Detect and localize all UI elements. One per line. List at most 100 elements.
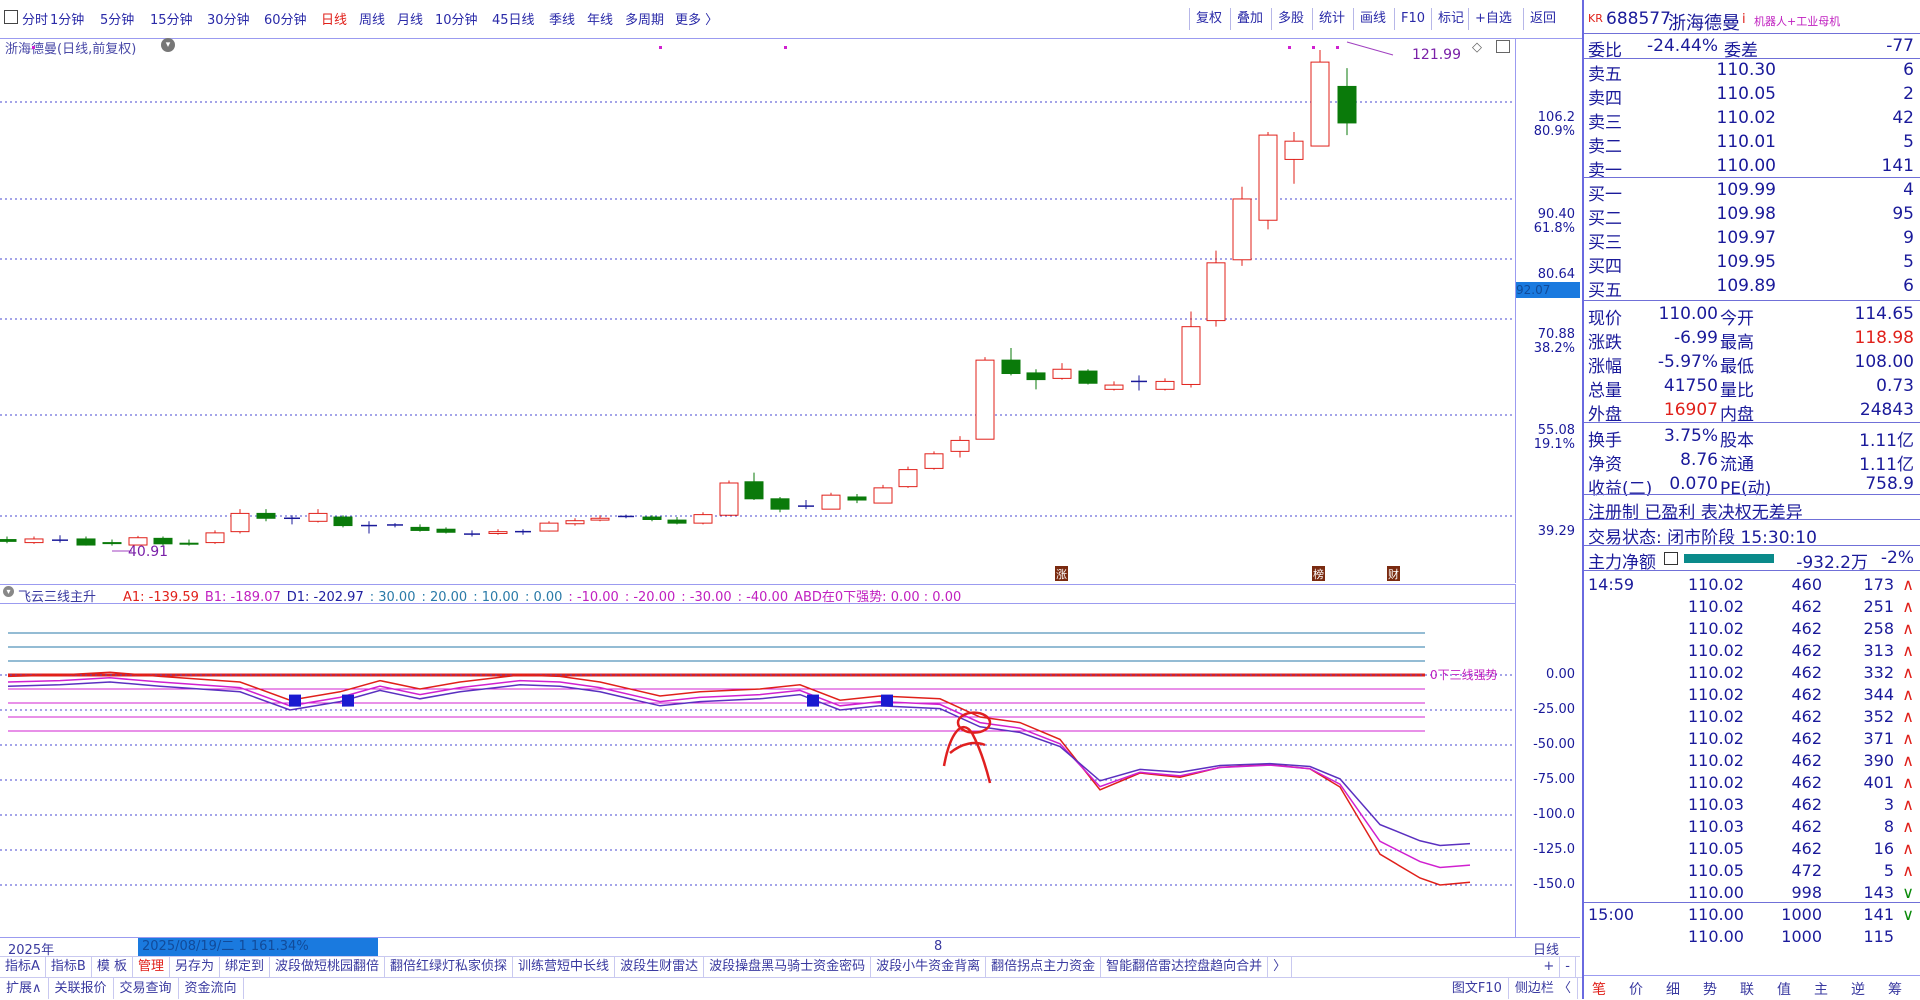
bids-row[interactable]: 买二 109.98 95 — [1584, 202, 1920, 229]
bids-row[interactable]: 买一 109.99 4 — [1584, 178, 1920, 205]
extension-tab[interactable]: 交易查询 — [114, 978, 179, 999]
stock-tag[interactable]: 机器人+工业母机 — [1754, 13, 1840, 29]
price-tick: 39.29 — [1537, 524, 1575, 539]
zero-line-label: 0下三线强势 — [1430, 668, 1498, 682]
toolbar-button[interactable]: 画线 — [1353, 8, 1392, 30]
candle-body — [410, 526, 430, 531]
tick-row: 110.02 462 352 ∧ — [1688, 707, 1914, 726]
period-tab[interactable]: 更多 〉 — [675, 9, 718, 28]
toolbar-button[interactable]: 统计 — [1312, 8, 1351, 30]
indicator-tab[interactable]: 翻倍拐点主力资金 — [986, 957, 1102, 977]
indicator-tab[interactable]: 波段小牛资金背离 — [871, 957, 987, 977]
indicator-tab[interactable]: 指标B — [46, 957, 92, 977]
period-tab[interactable]: 10分钟 — [435, 9, 478, 28]
indicator-tab[interactable]: 翻倍红绿灯私家侦探 — [385, 957, 514, 977]
period-tab[interactable]: 5分钟 — [100, 9, 134, 28]
bids-row[interactable]: 买五 109.89 6 — [1584, 274, 1920, 301]
asks-row[interactable]: 卖一 110.00 141 — [1584, 154, 1920, 181]
price-tick: 90.40 — [1537, 207, 1575, 222]
candle-body — [76, 538, 96, 546]
tick-row: 110.02 462 390 ∧ — [1688, 751, 1914, 770]
indicator-tab[interactable]: 指标A — [0, 957, 46, 977]
period-tab[interactable]: 分时 — [22, 9, 48, 28]
toolbar-button[interactable]: 标记 — [1431, 8, 1470, 30]
candle-body — [1052, 368, 1072, 379]
bids-row[interactable]: 买四 109.95 5 — [1584, 250, 1920, 277]
period-tab[interactable]: 1分钟 — [50, 9, 84, 28]
indicator-tab[interactable]: 波段做短桃园翻倍 — [270, 957, 386, 977]
period-tab[interactable]: 60分钟 — [264, 9, 307, 28]
bids-row[interactable]: 买三 109.97 9 — [1584, 226, 1920, 253]
zoom-button[interactable]: - — [1560, 957, 1576, 977]
price-tick: 106.2 — [1537, 110, 1575, 125]
panel-tab[interactable]: 主 — [1814, 979, 1828, 999]
panel-tab[interactable]: 筹 — [1888, 979, 1902, 999]
toolbar-button[interactable]: 复权 — [1189, 8, 1228, 30]
period-tab[interactable]: 季线 — [549, 9, 575, 28]
candle-body — [0, 539, 17, 542]
indicator-tab[interactable]: 智能翻倍雷达控盘趋向合并 — [1101, 957, 1269, 977]
panel-tab[interactable]: 价 — [1629, 979, 1643, 999]
event-label: 涨 — [1056, 568, 1067, 581]
toolbar-button[interactable]: 多股 — [1271, 8, 1310, 30]
asks-row[interactable]: 卖三 110.02 42 — [1584, 106, 1920, 133]
signal-square — [881, 694, 893, 707]
candle-body — [1078, 370, 1098, 384]
list-icon[interactable] — [1664, 552, 1678, 565]
extension-tab[interactable]: 资金流向 — [179, 978, 244, 999]
period-tab[interactable]: 多周期 — [625, 9, 664, 28]
high-marker — [1346, 41, 1394, 56]
tick-row: 15:00 110.00 1000 141 ∨ — [1588, 905, 1914, 924]
indicator-tab[interactable]: 另存为 — [170, 957, 220, 977]
candle-body — [1104, 384, 1124, 390]
period-tab[interactable]: 周线 — [359, 9, 385, 28]
asks-row[interactable]: 卖二 110.01 5 — [1584, 130, 1920, 157]
candle-body — [1310, 61, 1330, 147]
stat-row: 现价 110.00 今开 114.65 — [1588, 304, 1914, 329]
side-button[interactable]: 图文F10 — [1446, 978, 1509, 999]
toolbar-button[interactable]: 返回 — [1523, 8, 1562, 30]
indicator-tab[interactable]: 训练营短中长线 — [513, 957, 616, 977]
panel-tab[interactable]: 势 — [1703, 979, 1717, 999]
panel-tab[interactable]: 细 — [1666, 979, 1680, 999]
period-tab[interactable]: 45日线 — [492, 9, 535, 28]
candle-body — [1001, 359, 1021, 375]
current-price-tag: 92.07 — [1516, 282, 1580, 298]
candle-body — [590, 517, 610, 521]
period-tab[interactable]: 15分钟 — [150, 9, 193, 28]
toolbar-button[interactable]: F10 — [1394, 8, 1431, 30]
indicator-tab[interactable]: 绑定到 — [220, 957, 271, 977]
collapse-icon[interactable]: ▾ — [3, 586, 14, 597]
extension-tabs: 扩展∧ 关联报价 交易查询 资金流向 图文F10 侧边栏 〈 — [0, 977, 1582, 1000]
side-button[interactable]: 侧边栏 〈 — [1509, 978, 1578, 999]
period-tab[interactable]: 日线 — [321, 9, 347, 28]
indicator-tab[interactable]: 管理 — [133, 957, 170, 977]
candle-body — [179, 542, 199, 545]
indicator-tab[interactable]: 波段生财雷达 — [615, 957, 705, 977]
indicator-tab[interactable]: 〉 — [1268, 957, 1293, 977]
panel-tab[interactable]: 笔 — [1592, 979, 1606, 999]
indicator-tab[interactable]: 波段操盘黑马骑士资金密码 — [704, 957, 872, 977]
toolbar-button[interactable]: +自选 — [1468, 8, 1518, 30]
panel-tab[interactable]: 值 — [1777, 979, 1791, 999]
period-tab[interactable]: 年线 — [587, 9, 613, 28]
menu-icon[interactable] — [4, 10, 18, 24]
signal-square — [289, 694, 301, 707]
indicator-chart[interactable]: 0下三线强势 — [0, 603, 1515, 937]
asks-row[interactable]: 卖五 110.30 6 — [1584, 58, 1920, 85]
zoom-button[interactable]: + — [1538, 957, 1561, 977]
candlestick-chart[interactable]: 121.99 40.91 涨 榜 财 — [0, 38, 1515, 583]
asks-row[interactable]: 卖四 110.05 2 — [1584, 82, 1920, 109]
period-tab[interactable]: 月线 — [397, 9, 423, 28]
extension-tab[interactable]: 关联报价 — [49, 978, 114, 999]
event-label: 财 — [1388, 567, 1399, 581]
panel-tab[interactable]: 联 — [1740, 979, 1754, 999]
toolbar-button[interactable]: 叠加 — [1230, 8, 1269, 30]
panel-tab[interactable]: 逆 — [1851, 979, 1865, 999]
tick-row: 110.02 462 258 ∧ — [1688, 619, 1914, 638]
indicator-tab[interactable]: 模 板 — [92, 957, 133, 977]
extension-tab[interactable]: 扩展∧ — [0, 978, 49, 999]
candle-body — [24, 538, 44, 544]
info-icon[interactable]: i — [1742, 12, 1746, 27]
period-tab[interactable]: 30分钟 — [207, 9, 250, 28]
